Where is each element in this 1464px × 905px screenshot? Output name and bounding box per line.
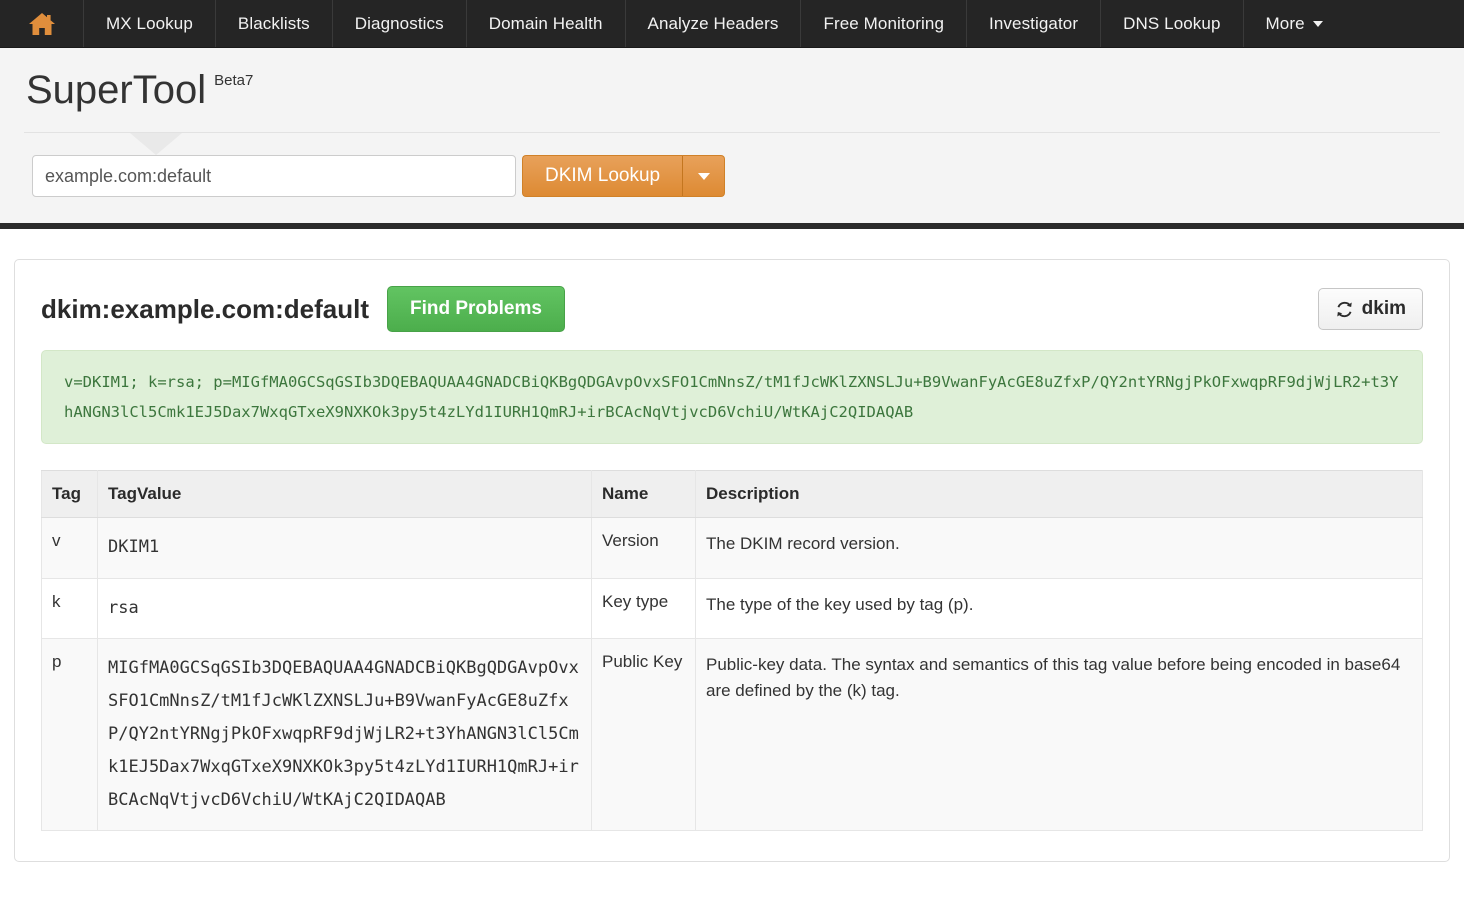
nav-item-domain-health[interactable]: Domain Health xyxy=(467,0,626,47)
nav-label: Investigator xyxy=(989,13,1079,33)
lookup-dropdown-toggle[interactable] xyxy=(683,155,726,197)
refresh-button-label: dkim xyxy=(1361,298,1406,319)
home-icon xyxy=(27,10,57,38)
version-badge: Beta7 xyxy=(214,72,254,89)
table-header-row: Tag TagValue Name Description xyxy=(41,470,1423,519)
cell-tagvalue: rsa xyxy=(97,578,592,639)
nav-label: Domain Health xyxy=(488,13,603,33)
page-body: dkim:example.com:default Find Problems d… xyxy=(0,229,1464,863)
search-input[interactable] xyxy=(32,155,516,197)
column-header-tag: Tag xyxy=(41,470,98,519)
cell-tag: p xyxy=(41,638,98,832)
nav-item-more[interactable]: More xyxy=(1244,0,1345,47)
supertool-header: SuperTool Beta7 DKIM Lookup xyxy=(0,48,1464,223)
dkim-tags-table: Tag TagValue Name Description v DKIM1 Ve… xyxy=(41,470,1423,832)
nav-item-free-monitoring[interactable]: Free Monitoring xyxy=(801,0,968,47)
results-card: dkim:example.com:default Find Problems d… xyxy=(14,259,1450,863)
cell-description: The type of the key used by tag (p). xyxy=(695,578,1423,639)
nav-item-investigator[interactable]: Investigator xyxy=(967,0,1102,47)
cell-name: Key type xyxy=(591,578,696,639)
nav-item-blacklists[interactable]: Blacklists xyxy=(216,0,333,47)
cell-tagvalue: DKIM1 xyxy=(97,517,592,579)
cell-tag: k xyxy=(41,578,98,639)
column-header-name: Name xyxy=(591,470,696,519)
nav-label: Diagnostics xyxy=(354,13,444,33)
top-navbar: MX Lookup Blacklists Diagnostics Domain … xyxy=(0,0,1464,48)
nav-label: Analyze Headers xyxy=(647,13,779,33)
nav-label: More xyxy=(1265,13,1305,33)
column-header-description: Description xyxy=(695,470,1423,519)
nav-label: MX Lookup xyxy=(106,13,193,33)
dkim-lookup-button[interactable]: DKIM Lookup xyxy=(522,155,684,197)
nav-label: Blacklists xyxy=(237,13,310,33)
table-row: p MIGfMA0GCSqGSIb3DQEBAQUAA4GNADCBiQKBgQ… xyxy=(41,638,1423,832)
cell-name: Public Key xyxy=(591,638,696,832)
home-button[interactable] xyxy=(0,0,84,47)
dkim-record-text: v=DKIM1; k=rsa; p=MIGfMA0GCSqGSIb3DQEBAQ… xyxy=(41,350,1423,445)
page-title: SuperTool Beta7 xyxy=(0,70,1464,132)
tab-notch-indicator xyxy=(130,133,182,155)
refresh-icon xyxy=(1335,300,1354,319)
page-title-text: SuperTool xyxy=(26,68,207,112)
nav-item-diagnostics[interactable]: Diagnostics xyxy=(333,0,467,47)
nav-item-mx-lookup[interactable]: MX Lookup xyxy=(84,0,216,47)
cell-description: The DKIM record version. xyxy=(695,517,1423,579)
nav-label: Free Monitoring xyxy=(823,13,945,33)
nav-item-dns-lookup[interactable]: DNS Lookup xyxy=(1101,0,1244,47)
cell-tag: v xyxy=(41,517,98,579)
nav-item-analyze-headers[interactable]: Analyze Headers xyxy=(626,0,802,47)
find-problems-button[interactable]: Find Problems xyxy=(386,286,565,332)
search-bar: DKIM Lookup xyxy=(0,133,1464,223)
cell-tagvalue: MIGfMA0GCSqGSIb3DQEBAQUAA4GNADCBiQKBgQDG… xyxy=(97,638,592,832)
column-header-tagvalue: TagValue xyxy=(97,470,592,519)
chevron-down-icon xyxy=(1312,20,1323,27)
nav-label: DNS Lookup xyxy=(1123,13,1221,33)
chevron-down-icon xyxy=(697,172,710,180)
results-card-header: dkim:example.com:default Find Problems d… xyxy=(41,278,1423,350)
table-row: v DKIM1 Version The DKIM record version. xyxy=(41,517,1423,579)
table-header: Tag TagValue Name Description xyxy=(41,470,1423,519)
header-divider xyxy=(24,132,1440,155)
result-title: dkim:example.com:default xyxy=(41,293,369,324)
table-row: k rsa Key type The type of the key used … xyxy=(41,578,1423,639)
cell-description: Public-key data. The syntax and semantic… xyxy=(695,638,1423,832)
cell-name: Version xyxy=(591,517,696,579)
table-body: v DKIM1 Version The DKIM record version.… xyxy=(41,517,1423,832)
refresh-dkim-button[interactable]: dkim xyxy=(1317,288,1423,330)
